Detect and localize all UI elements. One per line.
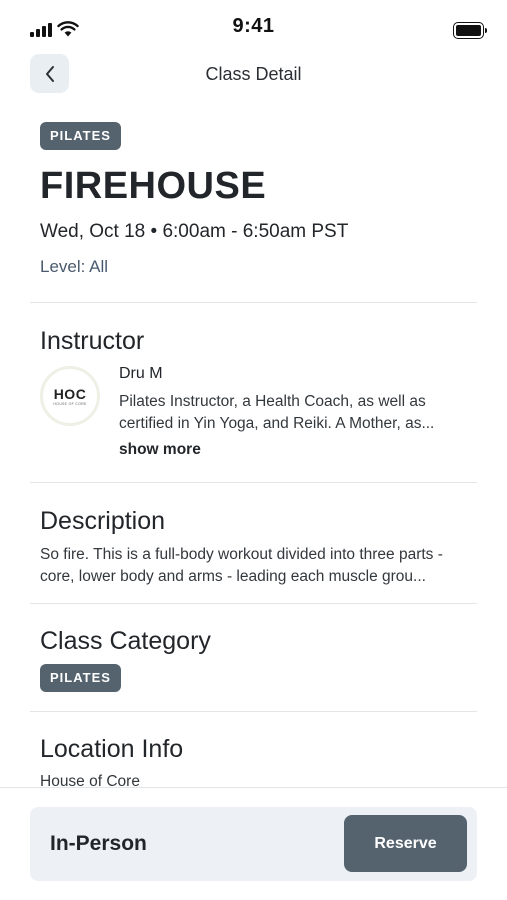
instructor-name: Dru M bbox=[119, 365, 163, 382]
class-level: Level: All bbox=[40, 257, 109, 276]
description-text: So fire. This is a full-body workout div… bbox=[40, 546, 443, 585]
instructor-avatar[interactable]: HOC HOUSE OF CORE bbox=[40, 366, 100, 426]
battery-icon bbox=[453, 22, 487, 39]
divider bbox=[30, 482, 477, 483]
location-section: Location Info House of Core bbox=[40, 734, 480, 787]
class-datetime: Wed, Oct 18 • 6:00am - 6:50am PST bbox=[40, 221, 349, 242]
avatar-logo-text: HOC bbox=[53, 385, 87, 402]
class-type-tag: PILATES bbox=[40, 122, 121, 150]
instructor-section: Instructor HOC HOUSE OF CORE Dru M Pilat… bbox=[40, 326, 480, 474]
bottom-booking-bar: In-Person Reserve bbox=[0, 787, 507, 900]
class-header: PILATES FIREHOUSE Wed, Oct 18 • 6:00am -… bbox=[40, 122, 480, 278]
description-section-title: Description bbox=[40, 507, 166, 535]
divider bbox=[30, 603, 477, 604]
category-section: Class Category PILATES bbox=[40, 626, 480, 692]
class-name: FIREHOUSE bbox=[40, 165, 267, 207]
instructor-info: Dru M Pilates Instructor, a Health Coach… bbox=[119, 364, 469, 460]
reserve-button[interactable]: Reserve bbox=[344, 815, 467, 872]
booking-card: In-Person Reserve bbox=[30, 807, 477, 881]
divider bbox=[30, 302, 477, 303]
location-section-title: Location Info bbox=[40, 735, 184, 763]
booking-type-label: In-Person bbox=[50, 832, 147, 855]
category-tag: PILATES bbox=[40, 664, 121, 692]
description-section: Description So fire. This is a full-body… bbox=[40, 506, 480, 588]
avatar-logo-subtext: HOUSE OF CORE bbox=[53, 401, 87, 406]
instructor-section-title: Instructor bbox=[40, 327, 145, 355]
status-time: 9:41 bbox=[232, 15, 275, 37]
instructor-card: HOC HOUSE OF CORE Dru M Pilates Instruct… bbox=[40, 364, 480, 474]
location-name: House of Core bbox=[40, 773, 140, 787]
show-more-link[interactable]: show more bbox=[119, 440, 469, 460]
instructor-bio: Pilates Instructor, a Health Coach, as w… bbox=[119, 393, 435, 432]
page-title: Class Detail bbox=[205, 64, 302, 84]
status-bar: 9:41 bbox=[0, 0, 507, 50]
nav-bar: Class Detail bbox=[0, 52, 507, 96]
category-section-title: Class Category bbox=[40, 627, 211, 655]
divider bbox=[30, 711, 477, 712]
